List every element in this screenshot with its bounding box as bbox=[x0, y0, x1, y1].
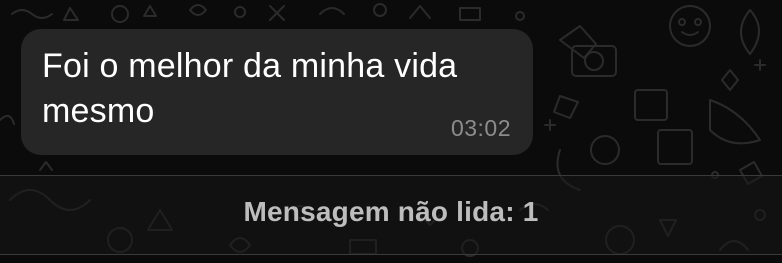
unread-messages-label: Mensagem não lida: 1 bbox=[243, 196, 539, 227]
unread-messages-divider: Mensagem não lida: 1 bbox=[0, 175, 782, 255]
message-text: Foi o melhor da minha vida mesmo bbox=[42, 47, 458, 130]
chat-area: Foi o melhor da minha vida mesmo 03:02 M… bbox=[0, 0, 782, 263]
message-timestamp: 03:02 bbox=[450, 115, 511, 141]
incoming-message-bubble[interactable]: Foi o melhor da minha vida mesmo 03:02 bbox=[21, 29, 533, 155]
